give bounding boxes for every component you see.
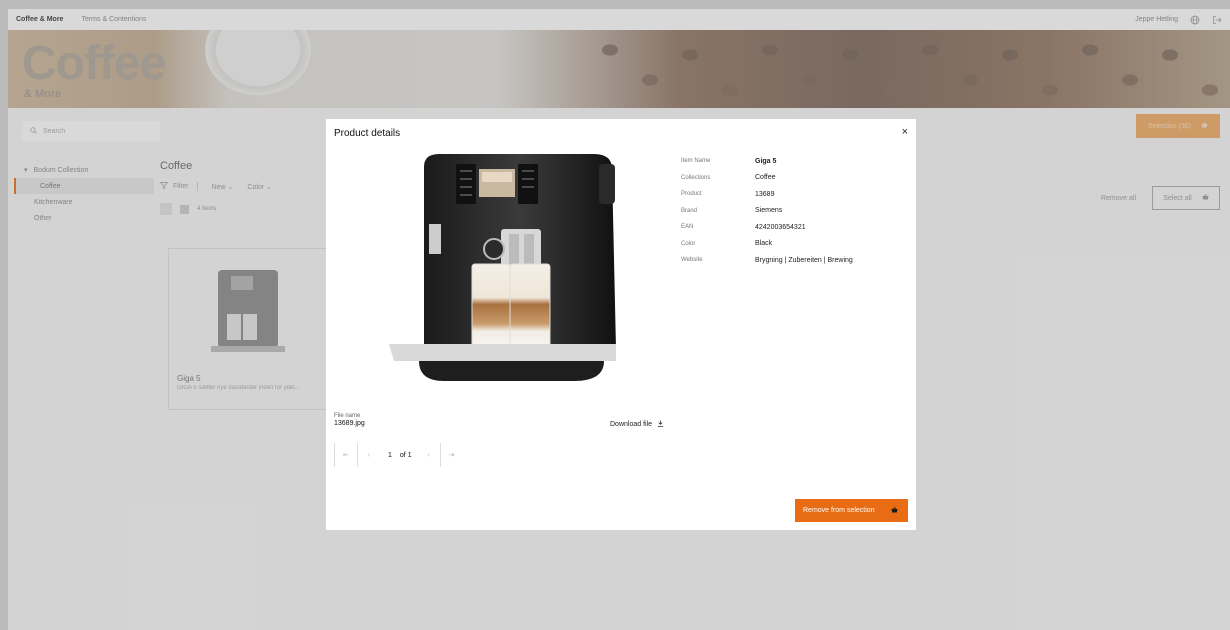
remove-from-selection-button[interactable]: Remove from selection — [795, 499, 908, 522]
file-name-value: 13689.jpg — [334, 420, 365, 427]
detail-value: 4242003654321 — [755, 223, 806, 231]
detail-row: Collections Coffee — [681, 170, 853, 187]
detail-row: EAN 4242003654321 — [681, 219, 853, 236]
download-file-button[interactable]: Download file — [610, 420, 664, 429]
detail-key: Product — [681, 191, 702, 198]
detail-value: Black — [755, 240, 773, 248]
remove-label: Remove from selection — [803, 507, 875, 514]
detail-row: Color Black — [681, 236, 853, 253]
detail-value: Giga 5 — [755, 157, 777, 165]
detail-row: Website Brygning | Zubereiten | Brewing — [681, 252, 853, 269]
detail-key: Collections — [681, 174, 711, 181]
current-page[interactable]: 1 — [380, 452, 400, 459]
page-total: of 1 — [399, 451, 412, 459]
modal-title: Product details — [334, 128, 401, 139]
pagination: ⇤ ‹ 1 of 1 › ⇥ — [334, 443, 463, 467]
detail-row: Item Name Giga 5 — [681, 153, 853, 170]
detail-value: 13689 — [755, 190, 775, 198]
file-info: File name 13689.jpg — [334, 413, 365, 427]
detail-row: Product 13689 — [681, 186, 853, 203]
detail-value: Coffee — [755, 174, 776, 182]
detail-key: Brand — [681, 207, 698, 214]
download-icon — [657, 420, 664, 429]
product-details-table: Item Name Giga 5 Collections Coffee Prod… — [681, 153, 853, 269]
detail-row: Brand Siemens — [681, 203, 853, 220]
file-name-label: File name — [334, 413, 361, 419]
download-label: Download file — [610, 421, 653, 428]
detail-key: EAN — [681, 224, 694, 231]
prev-page-icon[interactable]: ‹ — [358, 443, 380, 467]
basket-icon — [891, 506, 898, 515]
detail-key: Item Name — [681, 158, 711, 165]
detail-key: Color — [681, 240, 696, 247]
first-page-icon[interactable]: ⇤ — [335, 443, 357, 467]
detail-key: Website — [681, 257, 703, 264]
product-photo — [384, 149, 634, 409]
detail-value: Siemens — [755, 207, 783, 215]
next-page-icon[interactable]: › — [418, 443, 440, 467]
close-icon[interactable]: × — [902, 126, 908, 138]
last-page-icon[interactable]: ⇥ — [441, 443, 463, 467]
product-details-modal: Product details × Item Name Giga 5 Colle… — [326, 119, 916, 530]
website-link[interactable]: Brygning | Zubereiten | Brewing — [755, 257, 853, 264]
